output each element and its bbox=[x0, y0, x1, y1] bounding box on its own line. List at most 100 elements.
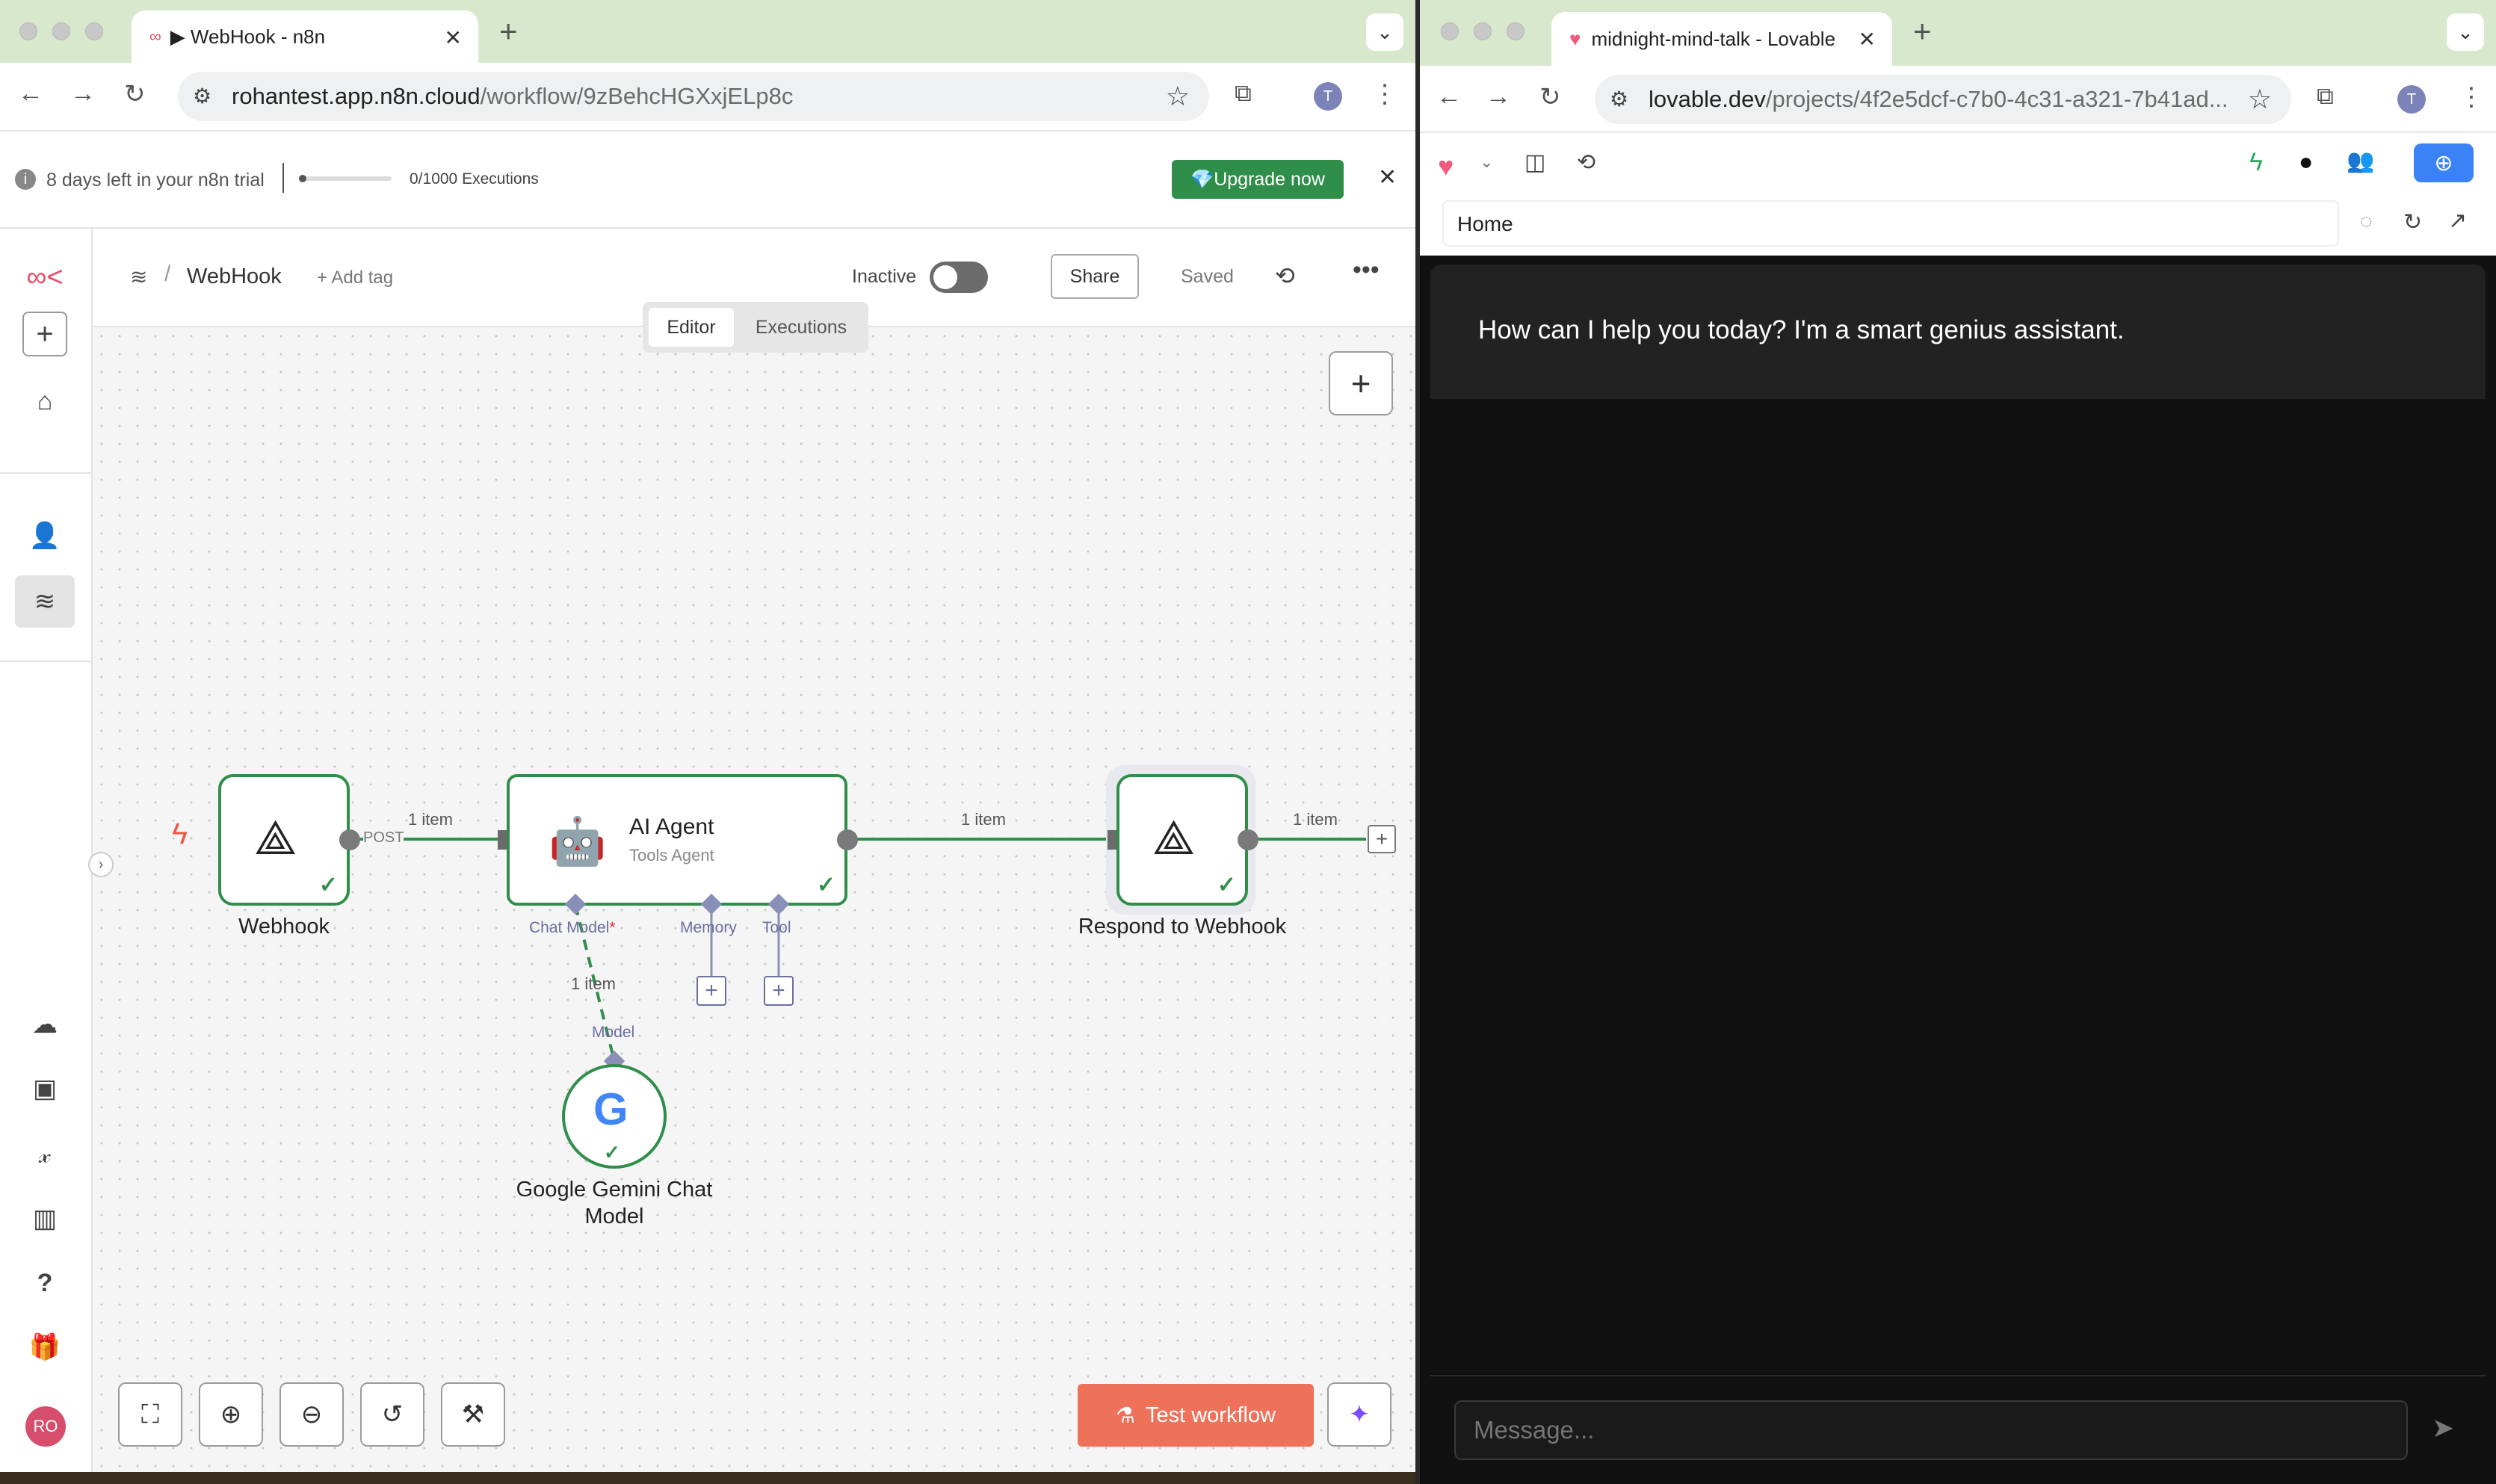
ai-agent-node[interactable]: 🤖 AI Agent Tools Agent ✓ bbox=[507, 774, 847, 906]
agent-input-port[interactable] bbox=[498, 830, 507, 850]
browser-tab-n8n[interactable]: ∞ ▶ WebHook - n8n ✕ bbox=[132, 10, 478, 63]
respond-input-port[interactable] bbox=[1108, 830, 1116, 850]
trial-text: 8 days left in your n8n trial bbox=[46, 170, 265, 191]
window-zoom-dot[interactable] bbox=[85, 22, 103, 40]
browser-tab-lovable[interactable]: ♥ midnight-mind-talk - Lovable ✕ bbox=[1551, 12, 1892, 66]
message-input[interactable] bbox=[1456, 1402, 2406, 1459]
agent-output-port[interactable] bbox=[837, 829, 858, 850]
respond-output-port[interactable] bbox=[1238, 829, 1258, 850]
add-memory-button[interactable]: + bbox=[696, 976, 726, 1006]
tab-search-chevron-icon[interactable]: ⌄ bbox=[1366, 13, 1403, 51]
refresh-preview-icon[interactable]: ↻ bbox=[2403, 209, 2422, 235]
back-icon[interactable]: ← bbox=[18, 79, 43, 108]
tab-close-icon[interactable]: ✕ bbox=[445, 25, 462, 50]
webhook-node[interactable]: ⟁ ✓ bbox=[218, 774, 350, 906]
zoom-in-button[interactable]: ⊕ bbox=[199, 1382, 263, 1447]
forward-icon[interactable]: → bbox=[1486, 82, 1511, 111]
reset-zoom-button[interactable]: ↺ bbox=[360, 1382, 424, 1447]
history-icon[interactable]: ⟲ bbox=[1577, 149, 1595, 176]
assistant-message-text: How can I help you today? I'm a smart ge… bbox=[1478, 315, 2125, 344]
extensions-icon[interactable]: ⧉ bbox=[2317, 82, 2334, 111]
tidy-up-button[interactable]: ⚒ bbox=[441, 1382, 505, 1447]
window-close-dot[interactable] bbox=[1441, 22, 1459, 40]
open-external-icon[interactable]: ↗ bbox=[2448, 208, 2467, 234]
forward-icon[interactable]: → bbox=[70, 79, 96, 108]
respond-node-label: Respond to Webhook bbox=[1078, 915, 1287, 939]
n8n-logo-icon[interactable]: ∞< bbox=[15, 251, 75, 303]
expand-panel-chevron-icon[interactable]: › bbox=[88, 852, 114, 877]
add-tag-link[interactable]: + Add tag bbox=[317, 268, 393, 288]
window-minimize-dot[interactable] bbox=[1474, 22, 1492, 40]
invite-users-icon[interactable]: 👥 bbox=[2347, 148, 2374, 174]
fullscreen-icon: ⛶ bbox=[141, 1400, 159, 1429]
window-close-dot[interactable] bbox=[19, 22, 37, 40]
success-check-icon: ✓ bbox=[1217, 873, 1236, 897]
personal-user-icon[interactable]: 👤 bbox=[15, 510, 75, 562]
workflow-canvas[interactable]: Editor Executions + ϟ ⟁ ✓ POST Webhook 1… bbox=[88, 302, 1415, 1472]
preview-path-field[interactable]: Home bbox=[1442, 200, 2339, 247]
fit-view-button[interactable]: ⛶ bbox=[118, 1382, 182, 1447]
variables-x-icon[interactable]: 𝓍 bbox=[15, 1128, 75, 1181]
add-tool-button[interactable]: + bbox=[764, 976, 794, 1006]
extensions-icon[interactable]: ⧉ bbox=[1235, 79, 1252, 108]
ai-assistant-button[interactable]: ✦ bbox=[1327, 1382, 1391, 1447]
url-field[interactable]: ⚙ rohantest.app.n8n.cloud/workflow/9zBeh… bbox=[178, 72, 1209, 121]
add-next-node-button[interactable]: + bbox=[1368, 825, 1396, 853]
robot-icon: 🤖 bbox=[549, 816, 607, 868]
workflow-name[interactable]: WebHook bbox=[187, 265, 282, 289]
zoom-out-button[interactable]: ⊖ bbox=[279, 1382, 344, 1447]
site-info-icon[interactable]: ⚙ bbox=[193, 84, 211, 108]
sidebar-divider bbox=[0, 472, 93, 474]
insights-chart-icon[interactable]: ▥ bbox=[15, 1193, 75, 1245]
share-button[interactable]: Share bbox=[1051, 254, 1139, 299]
window-zoom-dot[interactable] bbox=[1507, 22, 1525, 40]
user-avatar[interactable]: RO bbox=[25, 1406, 66, 1447]
templates-box-icon[interactable]: ▣ bbox=[15, 1063, 75, 1115]
sidebar-toggle-icon[interactable]: ◫ bbox=[1525, 149, 1545, 176]
browser-menu-icon[interactable]: ⋮ bbox=[1372, 79, 1397, 109]
profile-avatar[interactable]: T bbox=[2397, 85, 2426, 114]
lovable-logo-icon[interactable]: ♥ bbox=[1438, 151, 1454, 182]
home-icon[interactable]: ⌂ bbox=[15, 375, 75, 427]
more-options-icon[interactable]: ••• bbox=[1353, 256, 1380, 285]
publish-globe-button[interactable]: ⊕ bbox=[2414, 143, 2474, 182]
google-gemini-node[interactable]: G ✓ bbox=[562, 1064, 667, 1169]
tab-search-chevron-icon[interactable]: ⌄ bbox=[2447, 13, 2484, 51]
history-icon[interactable]: ⟲ bbox=[1275, 262, 1295, 290]
gemini-node-label: Google Gemini Chat Model bbox=[516, 1178, 713, 1228]
n8n-browser-window: ∞ ▶ WebHook - n8n ✕ + ⌄ ← → ↻ ⚙ rohantes… bbox=[0, 0, 1415, 1472]
reload-icon[interactable]: ↻ bbox=[124, 79, 146, 109]
bookmark-star-icon[interactable]: ☆ bbox=[2248, 84, 2272, 115]
close-banner-icon[interactable]: ✕ bbox=[1378, 164, 1397, 191]
success-check-icon: ✓ bbox=[604, 1141, 620, 1163]
message-input-box[interactable] bbox=[1454, 1400, 2408, 1460]
github-icon[interactable]: ● bbox=[2299, 148, 2313, 176]
window-minimize-dot[interactable] bbox=[52, 22, 70, 40]
cloud-icon[interactable]: ☁ bbox=[15, 998, 75, 1051]
trigger-bolt-icon: ϟ bbox=[172, 817, 188, 850]
projects-layers-icon[interactable]: ≋ bbox=[15, 575, 75, 628]
tab-close-icon[interactable]: ✕ bbox=[1859, 27, 1876, 52]
back-icon[interactable]: ← bbox=[1436, 82, 1462, 111]
output-port[interactable] bbox=[339, 829, 360, 850]
site-info-icon[interactable]: ⚙ bbox=[1610, 87, 1628, 111]
reload-icon[interactable]: ↻ bbox=[1539, 82, 1561, 112]
active-toggle[interactable] bbox=[930, 262, 988, 293]
upgrade-now-button[interactable]: 💎Upgrade now bbox=[1172, 160, 1344, 199]
url-field[interactable]: ⚙ lovable.dev/projects/4f2e5dcf-c7b0-4c3… bbox=[1595, 75, 2291, 124]
create-plus-icon[interactable]: + bbox=[22, 312, 67, 356]
flask-icon: ⚗ bbox=[1115, 1403, 1135, 1428]
profile-avatar[interactable]: T bbox=[1314, 82, 1342, 111]
supabase-bolt-icon[interactable]: ϟ bbox=[2249, 148, 2263, 177]
bookmark-star-icon[interactable]: ☆ bbox=[1166, 81, 1190, 112]
help-question-icon[interactable]: ? bbox=[15, 1257, 75, 1309]
whats-new-gift-icon[interactable]: 🎁 bbox=[15, 1321, 75, 1373]
respond-to-webhook-node[interactable]: ⟁ ✓ bbox=[1116, 774, 1248, 906]
browser-menu-icon[interactable]: ⋮ bbox=[2459, 82, 2484, 112]
logo-chevron-icon[interactable]: ⌄ bbox=[1480, 152, 1493, 172]
loading-spinner-icon: ◌ bbox=[2360, 209, 2373, 232]
test-workflow-button[interactable]: ⚗ Test workflow bbox=[1078, 1384, 1314, 1447]
new-tab-icon[interactable]: + bbox=[499, 13, 518, 49]
send-icon[interactable]: ➤ bbox=[2432, 1412, 2454, 1444]
new-tab-icon[interactable]: + bbox=[1913, 13, 1932, 49]
